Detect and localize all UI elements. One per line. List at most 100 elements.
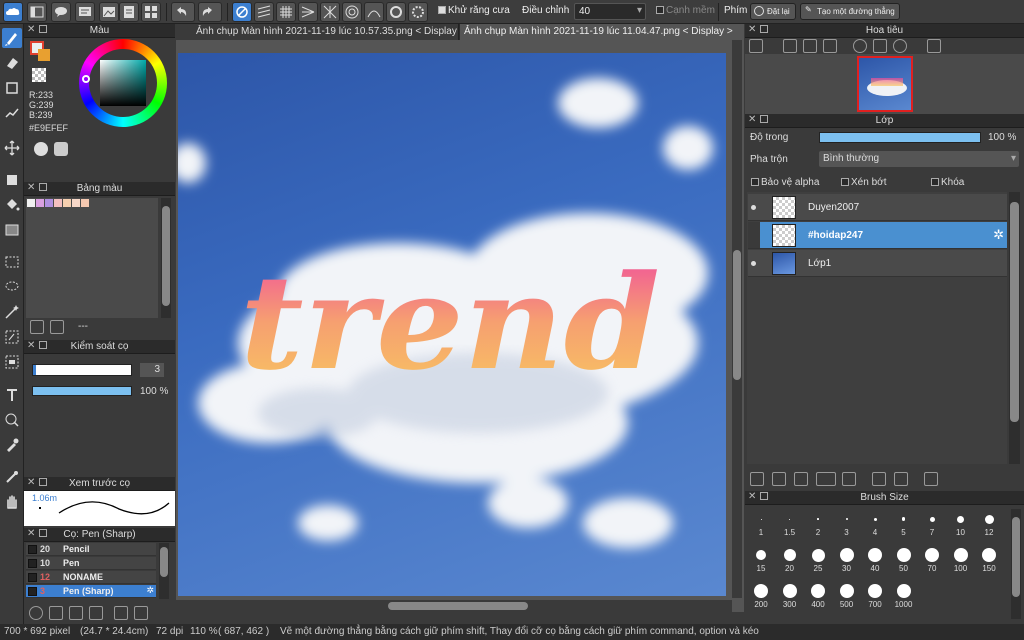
duplicate-brush-icon[interactable] [69, 606, 83, 620]
hand-tool-icon[interactable] [2, 492, 22, 512]
move-tool-icon[interactable] [2, 138, 22, 158]
grid-menu-icon[interactable] [141, 2, 161, 22]
smooth-checkbox[interactable]: Cạnh mềm [656, 5, 715, 16]
color-wheel[interactable] [79, 39, 167, 127]
brush-size-item[interactable]: 40 [861, 546, 889, 573]
brush-size-item[interactable]: 25 [804, 546, 832, 573]
brush-opacity-slider[interactable] [32, 386, 132, 396]
add-palette-icon[interactable] [30, 320, 44, 334]
fit-icon[interactable] [803, 39, 817, 53]
brush-size-item[interactable]: 2 [804, 510, 832, 537]
rotate-left-icon[interactable] [853, 39, 867, 53]
brush-size-item[interactable]: 15 [747, 546, 775, 573]
brush-settings-icon[interactable] [29, 606, 43, 620]
brush-size-item[interactable]: 500 [833, 582, 861, 609]
layers-scrollbar[interactable] [1009, 192, 1020, 464]
brush-size-item[interactable]: 200 [747, 582, 775, 609]
palette-swatch[interactable] [27, 199, 35, 207]
brush-size-item[interactable]: 1.5 [776, 510, 804, 537]
brush-tool-icon[interactable] [2, 28, 22, 48]
zoom-in-icon[interactable] [749, 39, 763, 53]
trash-icon[interactable] [924, 472, 938, 486]
rotate-right-icon[interactable] [893, 39, 907, 53]
layer-row-duyen2007[interactable]: Duyen2007 [748, 194, 1007, 221]
brush-size-item[interactable]: 5 [890, 510, 918, 537]
lock-checkbox[interactable]: Khóa [931, 177, 964, 188]
dropper-pen-tool-icon[interactable] [2, 467, 22, 487]
color-palette-icon[interactable] [34, 142, 48, 156]
settings-snap-icon[interactable] [408, 2, 428, 22]
folder-icon[interactable] [842, 472, 856, 486]
import-brush-icon[interactable] [89, 606, 103, 620]
new-layer-icon[interactable] [750, 472, 764, 486]
brush-item-noname[interactable]: 12 NONAME [26, 571, 156, 584]
brush-size-item[interactable]: 12 [975, 510, 1003, 537]
magic-wand-tool-icon[interactable] [2, 302, 22, 322]
select-rect-tool-icon[interactable] [2, 252, 22, 272]
brush-size-item[interactable]: 7 [918, 510, 946, 537]
redo-icon[interactable] [198, 2, 222, 22]
brush-size-item[interactable]: 1000 [890, 582, 918, 609]
parallel-snap-icon[interactable] [254, 2, 274, 22]
cross-snap-icon[interactable] [320, 2, 340, 22]
canvas-vscroll[interactable] [732, 40, 742, 598]
copy-layer-icon[interactable] [872, 472, 886, 486]
duplicate-layer-icon[interactable] [794, 472, 808, 486]
adjust-select[interactable]: 40 ▾ [574, 3, 646, 20]
brush-item-pencil[interactable]: 20 Pencil [26, 543, 156, 556]
protect-alpha-checkbox[interactable]: Bảo vệ alpha [751, 177, 819, 188]
text-tool-icon[interactable] [2, 385, 22, 405]
line-tool-icon[interactable] [2, 103, 22, 123]
palette-swatch[interactable] [72, 199, 80, 207]
canvas-hscroll[interactable] [176, 600, 732, 612]
message-icon[interactable] [75, 2, 95, 22]
document-icon[interactable] [119, 2, 139, 22]
delete-palette-icon[interactable] [50, 320, 64, 334]
eye-icon[interactable] [751, 205, 756, 210]
tab-2[interactable]: Ảnh chụp Màn hình 2021-11-19 lúc 11.04.4… [460, 24, 744, 40]
brush-item-pen-sharp[interactable]: 3 Pen (Sharp) ✲ [26, 585, 156, 598]
hue-marker[interactable] [82, 75, 90, 83]
bg-color-swatch[interactable] [38, 49, 50, 61]
curve-snap-icon[interactable] [364, 2, 384, 22]
select-eraser-tool-icon[interactable] [2, 352, 22, 372]
brush-size-item[interactable]: 20 [776, 546, 804, 573]
palette-swatches[interactable] [26, 198, 158, 318]
grid-snap-icon[interactable] [276, 2, 296, 22]
canvas-viewport[interactable]: trend [176, 40, 744, 612]
palette-scrollbar[interactable] [161, 198, 171, 318]
brush-size-value[interactable]: 3 [140, 363, 164, 377]
brush-size-item[interactable]: 700 [861, 582, 889, 609]
blend-select[interactable]: Bình thường ▾ [819, 151, 1019, 167]
brush-size-item[interactable]: 150 [975, 546, 1003, 573]
gear-icon[interactable]: ✲ [993, 227, 1004, 243]
copy-brush-icon[interactable] [134, 606, 148, 620]
cloud-icon[interactable] [3, 2, 23, 22]
palette-swatch[interactable] [54, 199, 62, 207]
brush-size-item[interactable]: 50 [890, 546, 918, 573]
brush-size-item[interactable]: 30 [833, 546, 861, 573]
new-brush-icon[interactable] [49, 606, 63, 620]
gear-icon[interactable]: ✲ [146, 585, 154, 596]
brush-size-slider[interactable] [32, 364, 132, 376]
no-snap-icon[interactable] [232, 2, 252, 22]
bucket-tool-icon[interactable] [2, 195, 22, 215]
eraser-tool-icon[interactable] [2, 53, 22, 73]
saturation-square[interactable] [100, 60, 146, 106]
brush-size-item[interactable]: 70 [918, 546, 946, 573]
brush-size-item[interactable]: 400 [804, 582, 832, 609]
layer-row-hoidap247[interactable]: #hoidap247 ✲ [748, 222, 1007, 249]
gradient-tool-icon[interactable] [2, 220, 22, 240]
eye-icon[interactable] [751, 261, 756, 266]
tab-1[interactable]: Ảnh chụp Màn hình 2021-11-19 lúc 10.57.3… [176, 24, 459, 40]
layer-opacity-slider[interactable] [819, 132, 981, 143]
image-icon[interactable] [99, 2, 119, 22]
hand-select-tool-icon[interactable] [2, 410, 22, 430]
transparent-swatch[interactable] [32, 68, 46, 82]
shape-tool-icon[interactable] [2, 78, 22, 98]
brush-item-pen[interactable]: 10 Pen [26, 557, 156, 570]
brush-size-item[interactable]: 1 [747, 510, 775, 537]
color-mix-icon[interactable] [54, 142, 68, 156]
fill-rect-tool-icon[interactable] [2, 170, 22, 190]
brush-size-item[interactable]: 300 [776, 582, 804, 609]
